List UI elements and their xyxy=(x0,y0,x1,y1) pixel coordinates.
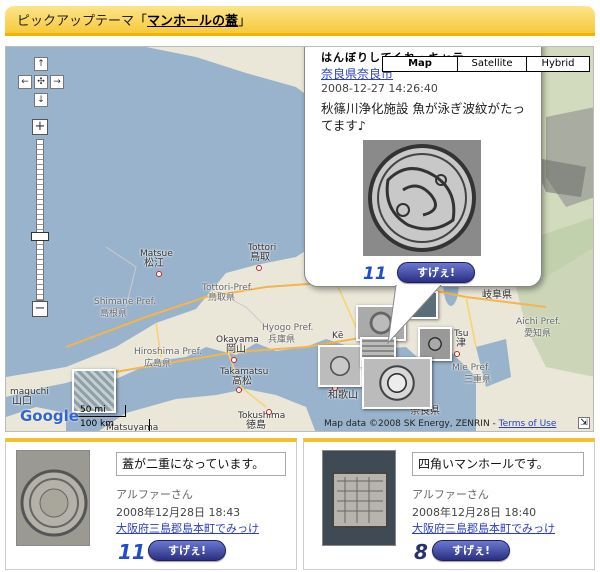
post-user: アルファーさん xyxy=(116,488,193,501)
map-photo-marker[interactable] xyxy=(318,345,362,387)
city-marker xyxy=(256,265,262,271)
city-marker xyxy=(236,387,242,393)
post-date: 2008年12月28日 18:40 xyxy=(412,506,537,519)
scale-km: 100 km xyxy=(78,419,150,431)
post-comment: 蓋が二重になっています。 xyxy=(116,452,286,476)
label-gifu-jp: 岐阜県 xyxy=(482,290,512,301)
info-window-tail xyxy=(387,285,442,345)
label-hiroshima-pref: Hiroshima Pref. xyxy=(134,347,202,357)
post-user: アルファーさん xyxy=(412,488,489,501)
label-tottori-pref-jp: 鳥取県 xyxy=(208,293,236,303)
google-logo[interactable]: Google xyxy=(20,407,79,425)
info-sugoi-count: 11 xyxy=(363,264,387,284)
label-aichi-pref: Aichi Pref. xyxy=(516,317,561,327)
info-photo[interactable] xyxy=(363,140,481,256)
pan-left-button[interactable]: ← xyxy=(18,75,32,89)
zoom-out-button[interactable]: − xyxy=(32,301,48,317)
label-hyogo-jp: 兵庫県 xyxy=(268,335,296,345)
label-tokushima-jp: 徳島 xyxy=(246,420,266,431)
label-mie-jp: 三重県 xyxy=(464,375,492,385)
post-photo[interactable] xyxy=(322,450,396,546)
city-marker xyxy=(231,357,237,363)
pan-down-button[interactable]: ↓ xyxy=(34,93,48,107)
info-window: はんぼりしてくれ・キャテ 奈良県奈良市 2008-12-27 14:26:40 … xyxy=(304,47,542,287)
info-sugoi-button[interactable]: すげぇ! xyxy=(397,262,475,283)
label-tottori-jp: 鳥取 xyxy=(250,252,270,263)
scale-mi: 50 mi xyxy=(78,405,126,417)
header-close-bracket: 」 xyxy=(238,14,252,29)
copyright-text: Map data ©2008 SK Energy, ZENRIN - xyxy=(324,419,496,429)
zoom-slider-handle[interactable] xyxy=(31,232,49,241)
label-wakayama-jp: 和歌山 xyxy=(328,390,358,401)
map-copyright: Map data ©2008 SK Energy, ZENRIN - Terms… xyxy=(324,419,556,429)
label-tottori-pref: Tottori-Pref. xyxy=(202,283,254,293)
map-view[interactable]: ↑ ← ✣ → ↓ + − Matsue 松江 Tottori 鳥取 Totto… xyxy=(5,46,594,432)
post-photo[interactable] xyxy=(16,450,90,546)
post-sugoi-count: 11 xyxy=(118,540,146,564)
post-card: 四角いマンホールです。 アルファーさん 2008年12月28日 18:40 大阪… xyxy=(303,438,595,570)
label-shimane-jp: 島根県 xyxy=(100,309,128,319)
zoom-slider-track[interactable] xyxy=(36,139,44,301)
city-marker xyxy=(156,271,162,277)
zoom-in-button[interactable]: + xyxy=(32,119,48,135)
label-hiroshima-jp: 広島県 xyxy=(144,359,172,369)
label-takamatsu-jp: 高松 xyxy=(232,376,252,387)
post-sugoi-button[interactable]: すげぇ! xyxy=(432,540,510,561)
label-shimane-pref: Shimane Pref. xyxy=(94,297,156,307)
header-open-bracket: 「 xyxy=(134,14,148,29)
pan-up-button[interactable]: ↑ xyxy=(34,57,48,71)
overview-toggle-icon[interactable]: ⇲ xyxy=(578,417,590,429)
post-place-link[interactable]: 大阪府三島郡島本町でみっけ xyxy=(116,520,259,536)
post-card: 蓋が二重になっています。 アルファーさん 2008年12月28日 18:43 大… xyxy=(5,438,297,570)
pan-center-button[interactable]: ✣ xyxy=(34,75,48,89)
label-ki: Kē xyxy=(332,331,344,341)
map-scale: 50 mi 100 km xyxy=(78,405,150,431)
map-type-hybrid-button[interactable]: Hybrid xyxy=(526,56,590,72)
info-message: 秋篠川浄化施設 魚が泳ぎ波紋がたってます♪ xyxy=(321,101,525,133)
map-type-map-button[interactable]: Map xyxy=(382,56,458,72)
theme-link[interactable]: マンホールの蓋 xyxy=(147,10,238,29)
label-matsue-jp: 松江 xyxy=(144,258,164,269)
pan-right-button[interactable]: → xyxy=(50,75,64,89)
label-hyogo-pref: Hyogo Pref. xyxy=(262,323,314,333)
terms-of-use-link[interactable]: Terms of Use xyxy=(499,419,557,429)
post-sugoi-count: 8 xyxy=(414,540,428,564)
post-sugoi-button[interactable]: すげぇ! xyxy=(148,540,226,561)
theme-header: ピックアップテーマ 「 マンホールの蓋 」 xyxy=(5,6,595,36)
header-prefix: ピックアップテーマ xyxy=(17,14,135,29)
label-aichi-jp: 愛知県 xyxy=(524,329,552,339)
label-okayama-jp: 岡山 xyxy=(226,344,246,355)
label-yamaguchi-jp: 山口 xyxy=(12,396,32,407)
post-comment: 四角いマンホールです。 xyxy=(412,452,584,476)
map-photo-marker[interactable] xyxy=(362,357,432,409)
post-date: 2008年12月28日 18:43 xyxy=(116,506,241,519)
label-tsu-jp: 津 xyxy=(456,338,466,349)
city-marker xyxy=(454,351,460,357)
post-place-link[interactable]: 大阪府三島郡島本町でみっけ xyxy=(412,520,555,536)
city-marker xyxy=(266,409,272,415)
label-mie-pref: Mie Pref. xyxy=(452,363,491,373)
info-timestamp: 2008-12-27 14:26:40 xyxy=(321,82,438,95)
map-type-satellite-button[interactable]: Satellite xyxy=(457,56,527,72)
